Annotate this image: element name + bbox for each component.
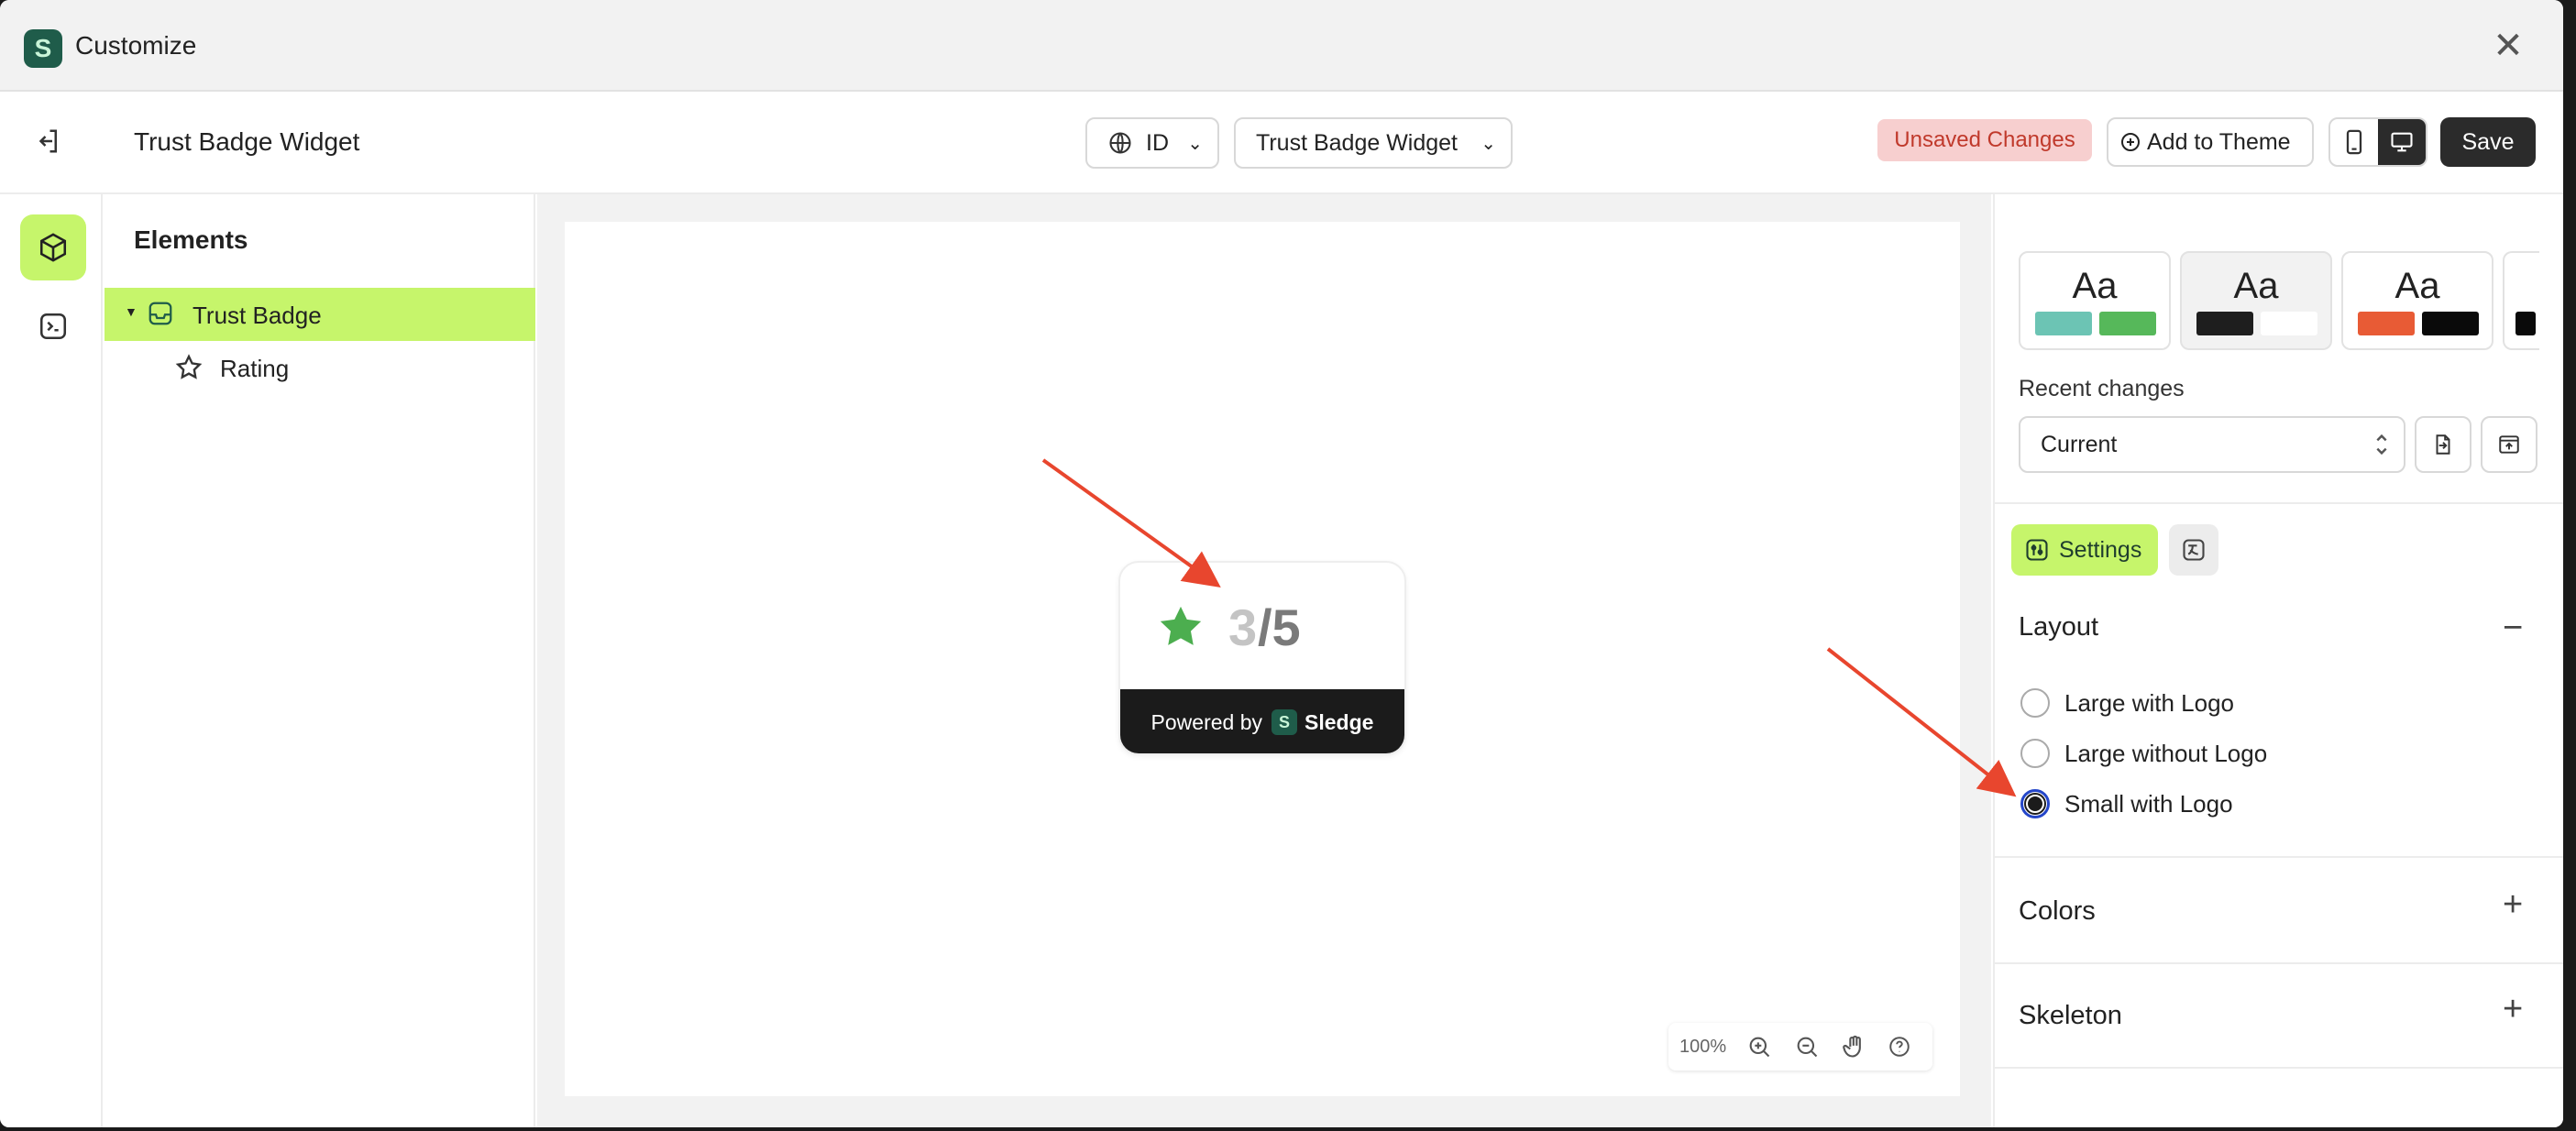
- tree-item-label: Rating: [220, 355, 290, 382]
- sledge-logo-icon: S: [24, 29, 62, 68]
- zoom-controls: 100%: [1668, 1023, 1932, 1071]
- recent-changes-value: Current: [2041, 431, 2118, 457]
- tree-item-trust-badge[interactable]: ▼ Trust Badge: [105, 288, 535, 341]
- tab-settings[interactable]: Settings: [2011, 524, 2158, 576]
- import-button[interactable]: [2415, 416, 2471, 473]
- save-button[interactable]: Save: [2440, 117, 2536, 167]
- chevron-down-icon: ⌄: [1481, 133, 1496, 154]
- sledge-logo-icon: S: [1271, 709, 1298, 735]
- device-toggle: [2328, 117, 2427, 167]
- preset-swatch: [2358, 312, 2415, 335]
- radio-label: Large with Logo: [2064, 689, 2235, 717]
- language-select[interactable]: ID ⌄: [1085, 117, 1219, 169]
- powered-by-text: Powered by: [1150, 709, 1263, 734]
- elements-title: Elements: [134, 225, 248, 254]
- tree-item-rating[interactable]: Rating: [105, 341, 535, 394]
- language-value: ID: [1146, 129, 1169, 156]
- close-icon[interactable]: ✕: [2488, 26, 2528, 66]
- chevron-down-icon: ⌄: [1187, 133, 1203, 154]
- trust-badge-preview[interactable]: 3 /5 Powered by S Sledge: [1118, 561, 1406, 755]
- divider: [1993, 502, 2563, 504]
- expand-plus-icon[interactable]: +: [2503, 885, 2523, 925]
- preset-swatch: [2196, 312, 2253, 335]
- window-title: Customize: [75, 31, 197, 60]
- brand-name: Sledge: [1305, 709, 1374, 734]
- export-button[interactable]: [2481, 416, 2537, 473]
- rating-max: /5: [1258, 598, 1301, 656]
- radio-label: Large without Logo: [2064, 740, 2268, 767]
- badge-footer: Powered by S Sledge: [1120, 689, 1404, 753]
- star-filled-icon: [1155, 601, 1206, 657]
- add-to-theme-label: Add to Theme: [2147, 128, 2291, 155]
- archive-upload-icon: [2499, 435, 2519, 454]
- tab-settings-label: Settings: [2059, 536, 2142, 563]
- preset-card-partial[interactable]: [2503, 251, 2539, 350]
- desktop-icon: [2391, 132, 2413, 152]
- preset-label: Aa: [2072, 266, 2118, 306]
- preset-swatch: [2035, 312, 2092, 335]
- radio-label: Small with Logo: [2064, 790, 2233, 818]
- title-bar: [0, 0, 2563, 92]
- zoom-level: 100%: [1679, 1036, 1727, 1057]
- cube-icon: [39, 233, 67, 262]
- add-to-theme-button[interactable]: Add to Theme: [2107, 117, 2314, 167]
- mobile-view-button[interactable]: [2330, 119, 2378, 165]
- radio-small-with-logo[interactable]: [2020, 789, 2050, 818]
- file-import-icon: [2436, 434, 2450, 455]
- preset-swatch: [2422, 312, 2479, 335]
- recent-changes-select[interactable]: Current: [2019, 416, 2405, 473]
- radio-large-without-logo[interactable]: [2020, 739, 2050, 768]
- sliders-icon: [2024, 537, 2050, 563]
- preset-card[interactable]: Aa: [2019, 251, 2171, 350]
- preset-swatch: [2515, 312, 2536, 335]
- collapse-icon[interactable]: −: [2503, 609, 2523, 648]
- divider: [1993, 962, 2563, 964]
- expand-plus-icon[interactable]: +: [2503, 990, 2523, 1029]
- star-outline-icon: [174, 353, 204, 387]
- preset-card[interactable]: Aa: [2341, 251, 2493, 350]
- radio-selected-dot: [2026, 795, 2044, 813]
- skeleton-section-title[interactable]: Skeleton: [2019, 1001, 2122, 1031]
- exit-icon[interactable]: [29, 123, 66, 159]
- plus-circle-icon: [2119, 131, 2141, 153]
- tree-item-label: Trust Badge: [193, 302, 322, 329]
- zoom-out-icon[interactable]: [1794, 1034, 1820, 1060]
- page-title: Trust Badge Widget: [134, 127, 360, 156]
- rail-elements-button[interactable]: [20, 214, 86, 280]
- rail-code-button[interactable]: [20, 293, 86, 359]
- mobile-icon: [2346, 129, 2362, 155]
- inbox-icon: [147, 300, 174, 332]
- preset-label: Aa: [2233, 266, 2279, 306]
- preset-swatch: [2261, 312, 2317, 335]
- rating-value: 3: [1228, 598, 1258, 656]
- translate-icon: [2183, 539, 2205, 561]
- colors-section-title[interactable]: Colors: [2019, 896, 2096, 927]
- zoom-in-icon[interactable]: [1746, 1034, 1772, 1060]
- layout-section-title: Layout: [2019, 612, 2099, 642]
- terminal-icon: [39, 313, 67, 340]
- preset-label: Aa: [2394, 266, 2440, 306]
- widget-select[interactable]: Trust Badge Widget ⌄: [1234, 117, 1513, 169]
- chevron-updown-icon: [2372, 432, 2391, 457]
- preset-swatch: [2099, 312, 2156, 335]
- divider: [1993, 856, 2563, 858]
- hand-pan-icon[interactable]: [1842, 1034, 1867, 1060]
- unsaved-status-badge: Unsaved Changes: [1877, 119, 2092, 161]
- desktop-view-button[interactable]: [2378, 119, 2426, 165]
- help-icon[interactable]: [1888, 1035, 1911, 1059]
- recent-changes-label: Recent changes: [2019, 376, 2185, 401]
- tab-translate[interactable]: [2169, 524, 2218, 576]
- divider: [1993, 1067, 2563, 1069]
- preset-card-selected[interactable]: Aa: [2180, 251, 2332, 350]
- radio-large-with-logo[interactable]: [2020, 688, 2050, 718]
- caret-down-icon: ▼: [125, 304, 138, 319]
- widget-select-value: Trust Badge Widget: [1256, 129, 1459, 156]
- customize-window: S Customize ✕ Trust Badge Widget ID ⌄ Tr…: [0, 0, 2563, 1127]
- globe-icon: [1107, 130, 1133, 156]
